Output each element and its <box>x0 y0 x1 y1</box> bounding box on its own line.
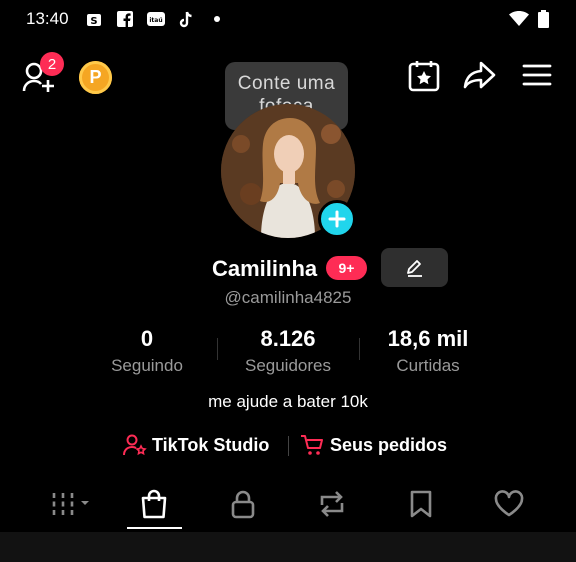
stat-following-value: 0 <box>140 326 154 351</box>
content-area <box>0 532 576 562</box>
battery-icon <box>538 10 549 33</box>
stat-divider <box>217 338 218 360</box>
calendar-star-button[interactable] <box>408 60 442 97</box>
bookmark-icon <box>410 490 432 518</box>
tab-videos[interactable] <box>44 486 96 522</box>
menu-button[interactable] <box>522 63 552 92</box>
plus-icon <box>328 210 346 228</box>
profile-handle: @camilinha4825 <box>224 288 352 307</box>
profile-name: Camilinha <box>212 256 318 281</box>
stat-followers[interactable]: 8.126 Seguidores <box>228 326 348 376</box>
repost-icon <box>320 491 344 517</box>
itau-label: itaú <box>149 17 162 24</box>
cart-icon <box>301 435 323 455</box>
orders-link[interactable]: Seus pedidos <box>300 434 447 456</box>
facebook-icon <box>117 11 133 27</box>
stat-following-label: Seguindo <box>111 356 183 375</box>
notification-dot <box>214 16 220 22</box>
svg-text:S: S <box>90 16 97 27</box>
studio-person-icon <box>123 434 147 456</box>
active-tab-indicator <box>127 527 182 529</box>
stat-following[interactable]: 0 Seguindo <box>87 326 207 376</box>
tab-reposts[interactable] <box>307 486 357 522</box>
stat-followers-label: Seguidores <box>244 356 331 375</box>
stat-likes-value: 18,6 mil <box>387 326 469 351</box>
links-divider <box>288 436 289 456</box>
stat-followers-value: 8.126 <box>260 326 316 351</box>
tab-saved[interactable] <box>396 486 446 522</box>
tab-liked[interactable] <box>484 486 534 522</box>
orders-label: Seus pedidos <box>330 434 448 455</box>
stat-likes-label: Curtidas <box>396 356 460 375</box>
stat-divider <box>359 338 360 360</box>
pencil-icon <box>406 259 422 277</box>
tiktok-icon <box>178 11 194 28</box>
coin-button[interactable]: P <box>79 61 112 94</box>
share-button[interactable] <box>463 60 497 95</box>
itau-icon: itaú <box>147 11 165 27</box>
edit-profile-button[interactable] <box>381 248 448 287</box>
share-arrow-icon <box>463 61 496 89</box>
profile-bio: me ajude a bater 10k <box>208 392 368 411</box>
profile-tabs <box>0 486 576 530</box>
lock-icon <box>231 490 255 519</box>
shopee-icon: S <box>86 11 102 27</box>
add-story-button[interactable] <box>318 200 356 238</box>
studio-label: TikTok Studio <box>152 434 270 455</box>
tab-private[interactable] <box>218 486 268 522</box>
heart-icon <box>494 490 524 517</box>
add-friend-badge: 2 <box>40 52 64 76</box>
name-badge[interactable]: 9+ <box>326 256 367 280</box>
wifi-icon <box>509 11 529 32</box>
status-time: 13:40 <box>26 9 69 28</box>
shop-bag-icon <box>141 489 167 519</box>
tiktok-studio-link[interactable]: TikTok Studio <box>123 434 269 456</box>
calendar-star-icon <box>408 61 440 92</box>
stat-likes[interactable]: 18,6 mil Curtidas <box>368 326 488 376</box>
tab-shop[interactable] <box>129 486 179 522</box>
coin-label: P <box>89 67 102 87</box>
videos-grid-icon <box>52 493 89 515</box>
hamburger-icon <box>522 64 552 86</box>
